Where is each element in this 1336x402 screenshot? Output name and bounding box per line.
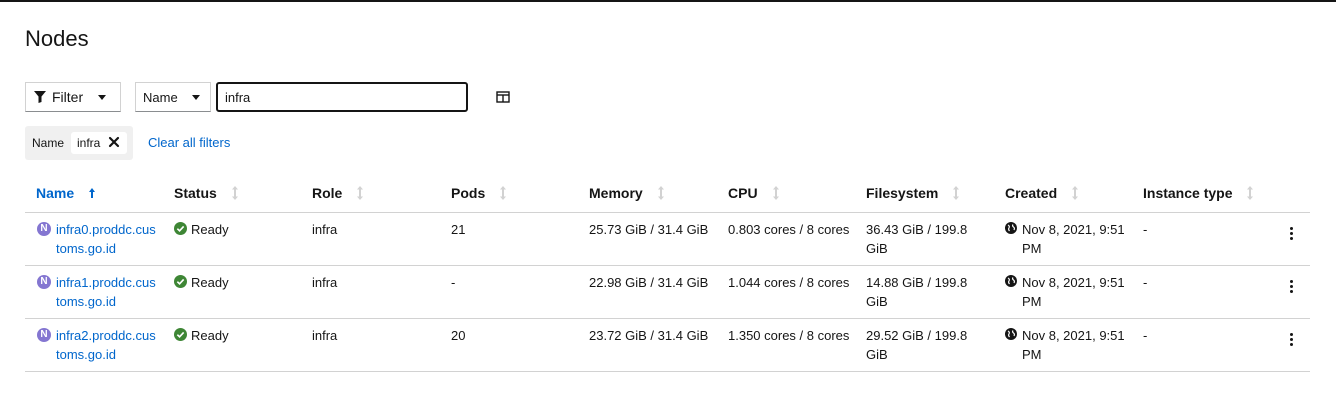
check-circle-icon [174, 222, 187, 235]
column-header-label: CPU [728, 185, 758, 201]
sort-icon [231, 186, 238, 200]
pods-cell: 21 [451, 222, 466, 237]
column-header-role[interactable]: Role [312, 185, 364, 201]
filesystem-cell: 36.43 GiB / 199.8 GiB [866, 222, 968, 256]
column-header-pods[interactable]: Pods [451, 185, 507, 201]
filesystem-cell: 29.52 GiB / 199.8 GiB [866, 328, 968, 362]
chevron-down-icon [98, 95, 106, 100]
globe-icon [1005, 328, 1017, 340]
column-header-label: Pods [451, 185, 486, 201]
column-header-instance-type[interactable]: Instance type [1143, 185, 1254, 201]
created-cell: Nov 8, 2021, 9:51 PM [1022, 275, 1125, 309]
chevron-down-icon [192, 95, 200, 100]
instance-type-cell: - [1143, 222, 1148, 237]
chip-category-label: Name [32, 136, 65, 150]
table-row: N infra2.proddc.customs.go.id Ready infr… [25, 319, 1310, 372]
column-header-label: Instance type [1143, 185, 1233, 201]
pods-cell: - [451, 275, 456, 290]
sort-icon [357, 186, 364, 200]
attribute-select[interactable]: Name [135, 82, 211, 112]
sort-icon [953, 186, 960, 200]
filter-chip-group: Name infra [25, 126, 133, 160]
sort-icon [500, 186, 507, 200]
filter-icon [34, 91, 46, 103]
column-header-label: Role [312, 185, 343, 201]
column-header-label: Name [36, 185, 75, 201]
cpu-cell: 1.350 cores / 8 cores [728, 328, 850, 343]
status-text: Ready [191, 275, 229, 290]
node-name-link[interactable]: infra0.proddc.customs.go.id [56, 220, 158, 258]
column-header-created[interactable]: Created [1005, 185, 1079, 201]
node-resource-badge: N [37, 328, 51, 342]
sort-icon [657, 186, 664, 200]
column-header-filesystem[interactable]: Filesystem [866, 185, 960, 201]
close-icon[interactable] [107, 134, 121, 150]
column-header-label: Created [1005, 185, 1058, 201]
node-resource-badge: N [37, 222, 51, 236]
role-cell: infra [312, 222, 338, 237]
check-circle-icon [174, 275, 187, 288]
memory-cell: 25.73 GiB / 31.4 GiB [589, 222, 709, 237]
sort-icon [772, 186, 779, 200]
page-title: Nodes [25, 26, 89, 51]
name-filter-input[interactable] [216, 82, 468, 112]
instance-type-cell: - [1143, 275, 1148, 290]
memory-cell: 23.72 GiB / 31.4 GiB [589, 328, 709, 343]
chip-value: infra [77, 136, 101, 150]
node-name-link[interactable]: infra1.proddc.customs.go.id [56, 273, 158, 311]
globe-icon [1005, 222, 1017, 234]
column-header-status[interactable]: Status [174, 185, 239, 201]
filesystem-cell: 14.88 GiB / 199.8 GiB [866, 275, 968, 309]
filter-dropdown-label: Filter [52, 89, 84, 105]
role-cell: infra [312, 275, 338, 290]
memory-cell: 22.98 GiB / 31.4 GiB [589, 275, 709, 290]
cpu-cell: 0.803 cores / 8 cores [728, 222, 850, 237]
cpu-cell: 1.044 cores / 8 cores [728, 275, 850, 290]
column-header-label: Filesystem [866, 185, 939, 201]
node-resource-badge: N [37, 275, 51, 289]
status-text: Ready [191, 222, 229, 237]
column-header-cpu[interactable]: CPU [728, 185, 780, 201]
kebab-menu-icon[interactable] [1287, 333, 1295, 349]
filter-dropdown[interactable]: Filter [25, 82, 121, 112]
nodes-table: Name Status Role Pods Memory CPU Filesys… [25, 174, 1310, 372]
sort-ascending-icon [89, 188, 96, 198]
filter-chip: infra [71, 132, 127, 154]
column-header-name[interactable]: Name [36, 185, 96, 201]
sort-icon [1072, 186, 1079, 200]
manage-columns-icon[interactable] [496, 90, 510, 104]
role-cell: infra [312, 328, 338, 343]
column-header-label: Status [174, 185, 217, 201]
node-name-link[interactable]: infra2.proddc.customs.go.id [56, 326, 158, 364]
pods-cell: 20 [451, 328, 466, 343]
created-cell: Nov 8, 2021, 9:51 PM [1022, 328, 1125, 362]
kebab-menu-icon[interactable] [1287, 227, 1295, 243]
status-text: Ready [191, 328, 229, 343]
sort-icon [1247, 186, 1254, 200]
globe-icon [1005, 275, 1017, 287]
table-header: Name Status Role Pods Memory CPU Filesys… [25, 174, 1310, 213]
column-header-memory[interactable]: Memory [589, 185, 665, 201]
instance-type-cell: - [1143, 328, 1148, 343]
kebab-menu-icon[interactable] [1287, 280, 1295, 296]
table-row: N infra1.proddc.customs.go.id Ready infr… [25, 266, 1310, 319]
clear-all-filters-link[interactable]: Clear all filters [148, 135, 230, 150]
table-row: N infra0.proddc.customs.go.id Ready infr… [25, 213, 1310, 266]
created-cell: Nov 8, 2021, 9:51 PM [1022, 222, 1125, 256]
column-header-label: Memory [589, 185, 643, 201]
check-circle-icon [174, 328, 187, 341]
attribute-select-label: Name [143, 89, 178, 105]
